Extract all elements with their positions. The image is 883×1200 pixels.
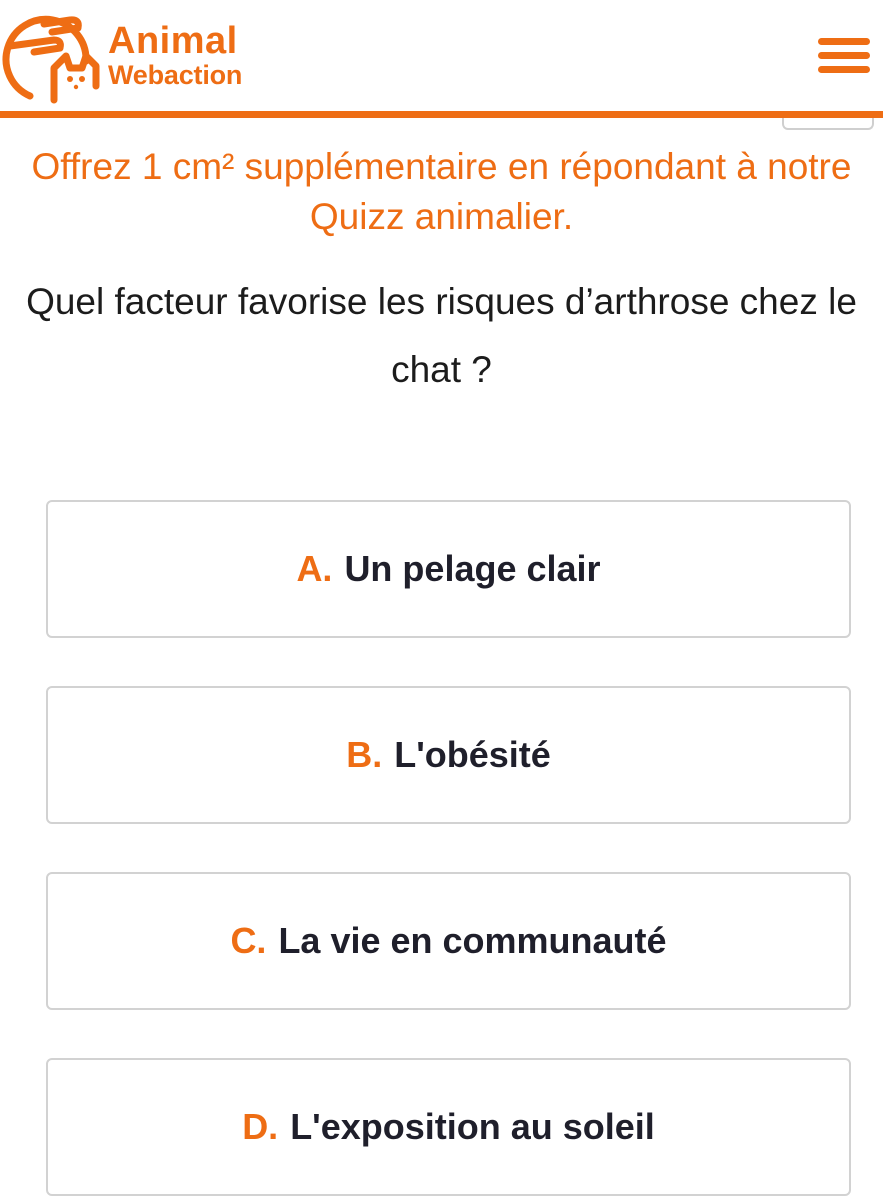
answer-label: La vie en communauté: [278, 920, 667, 961]
quiz-question: Quel facteur favorise les risques d’arth…: [26, 281, 857, 390]
site-header: Animal Webaction: [0, 0, 883, 112]
logo-line-animal: Animal: [108, 19, 238, 62]
answer-letter: A.: [296, 548, 333, 589]
site-logo[interactable]: Animal Webaction: [0, 6, 242, 104]
promo-text: Offrez 1 cm² supplémentaire en répondant…: [31, 146, 852, 237]
answer-letter: C.: [230, 920, 267, 961]
logo-wordmark: Animal Webaction: [108, 22, 242, 89]
menu-bar-bottom: [818, 66, 870, 73]
answer-option-d[interactable]: D. L'exposition au soleil: [46, 1058, 851, 1196]
answer-option-b[interactable]: B. L'obésité: [46, 686, 851, 824]
answer-option-c[interactable]: C. La vie en communauté: [46, 872, 851, 1010]
answer-option-a[interactable]: A. Un pelage clair: [46, 500, 851, 638]
hamburger-menu-icon[interactable]: [812, 30, 876, 80]
menu-bar-middle: [818, 52, 870, 59]
logo-line-webaction: Webaction: [108, 59, 243, 90]
answer-letter: B.: [346, 734, 383, 775]
answer-label: L'exposition au soleil: [290, 1106, 655, 1147]
menu-bar-top: [818, 38, 870, 45]
answer-letter: D.: [242, 1106, 279, 1147]
answer-label: L'obésité: [394, 734, 551, 775]
cat-hand-logo-icon: [2, 15, 100, 104]
answer-label: Un pelage clair: [344, 548, 601, 589]
dropdown-tab[interactable]: [782, 118, 874, 130]
header-divider: [0, 111, 883, 118]
